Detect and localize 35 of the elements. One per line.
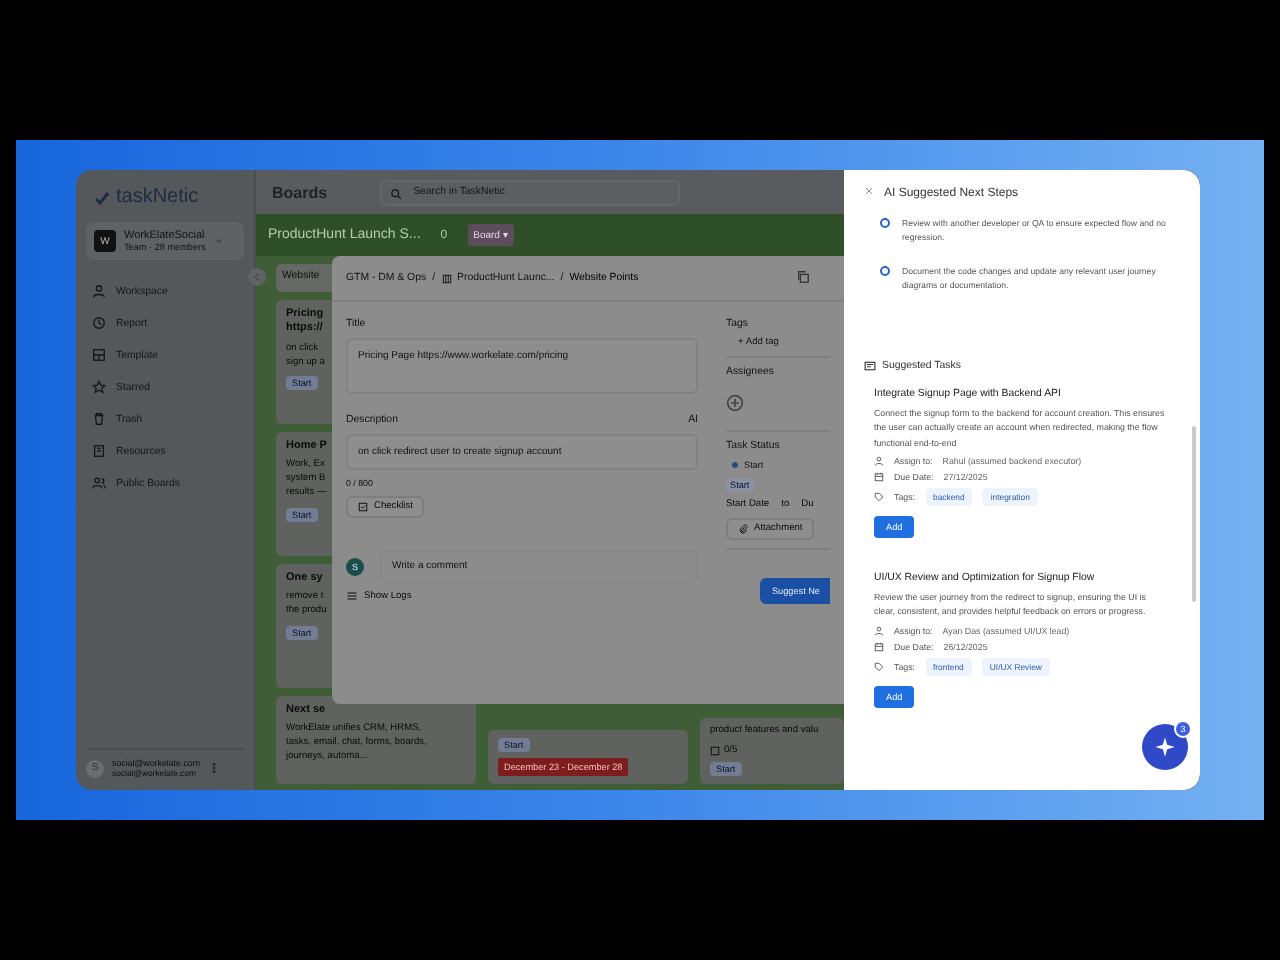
check-logo-icon — [94, 189, 110, 205]
search-icon — [389, 187, 402, 199]
list-icon — [346, 590, 358, 602]
clock-icon — [92, 316, 106, 330]
paperclip-icon — [738, 524, 748, 534]
close-button[interactable] — [864, 186, 874, 200]
logo-text: taskNetic — [116, 186, 199, 208]
page-title: Boards — [272, 183, 328, 201]
bullet-icon — [880, 218, 890, 228]
add-circle-icon — [726, 394, 744, 412]
more-icon — [208, 762, 220, 774]
chevron-left-icon — [252, 272, 262, 282]
board-icon — [441, 273, 452, 283]
scrollbar[interactable] — [1192, 426, 1196, 602]
calendar-icon — [874, 471, 884, 482]
close-icon — [864, 186, 874, 196]
chevron-down-icon — [213, 236, 224, 246]
trash-icon — [92, 412, 106, 426]
person-icon — [92, 284, 106, 298]
tag-icon — [874, 661, 884, 672]
bullet-icon — [880, 265, 890, 276]
checkbox-icon — [358, 502, 368, 512]
book-icon — [92, 444, 106, 458]
copy-icon — [796, 269, 810, 283]
people-icon — [92, 476, 106, 490]
collapse-button[interactable] — [248, 268, 266, 286]
person-icon — [874, 625, 884, 636]
star-icon — [92, 380, 106, 394]
sparkle-icon — [1154, 736, 1176, 758]
grid-icon — [92, 348, 106, 362]
calendar-icon — [874, 641, 884, 652]
tasks-icon — [864, 360, 876, 373]
checkbox-icon — [710, 746, 720, 756]
person-icon — [874, 455, 884, 466]
tag-icon — [874, 491, 884, 502]
